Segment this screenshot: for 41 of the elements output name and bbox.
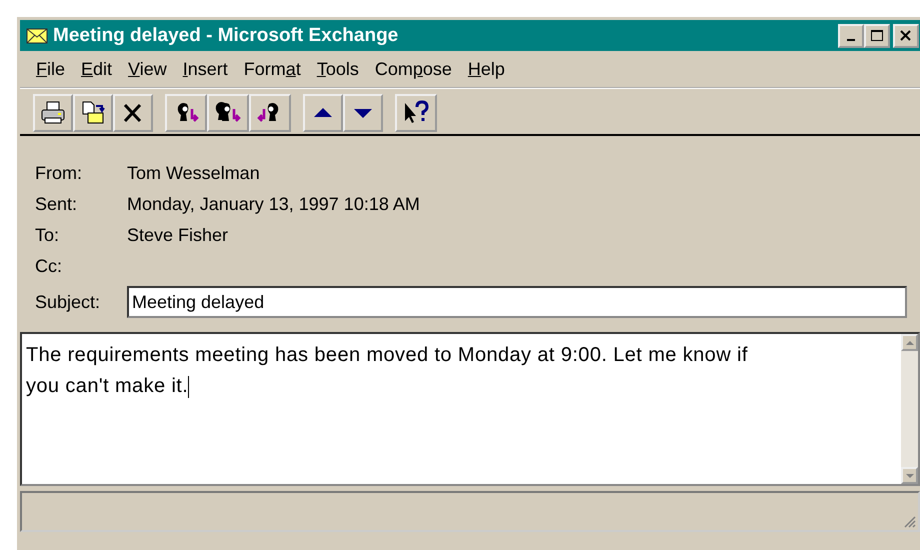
close-button[interactable]: [893, 24, 919, 48]
message-text: The requirements meeting has been moved to Monday at 9:00. Let me know if you can't make it.: [26, 344, 748, 397]
maximize-icon: [870, 28, 884, 42]
window-title: Meeting delayed - Microsoft Exchange: [53, 24, 400, 46]
help-button[interactable]: [395, 94, 437, 132]
menu-item[interactable]: Help: [462, 58, 513, 80]
scroll-up-icon: [904, 340, 914, 346]
menu-item[interactable]: Edit: [75, 58, 120, 80]
next-button[interactable]: [343, 94, 383, 132]
envelope-icon: [26, 28, 48, 44]
menu-item[interactable]: Insert: [176, 58, 236, 80]
print-button[interactable]: [33, 94, 73, 132]
field-value: Steve Fisher: [127, 225, 228, 246]
scroll-down-icon: [904, 472, 914, 478]
move-button[interactable]: [73, 94, 113, 132]
close-icon: [899, 28, 913, 42]
scrollbar[interactable]: [901, 334, 918, 484]
menu-item[interactable]: Format: [238, 58, 309, 80]
field-label: Subject:: [35, 292, 102, 312]
reply-all-button[interactable]: [207, 94, 249, 132]
menu-item[interactable]: Tools: [310, 58, 367, 80]
forward-button[interactable]: [249, 94, 291, 132]
field-label: Cc:: [35, 256, 63, 277]
previous-button[interactable]: [303, 94, 343, 132]
delete-button[interactable]: [113, 94, 153, 132]
printer-icon: [39, 100, 67, 126]
menu-item[interactable]: File: [30, 58, 74, 80]
message-body[interactable]: The requirements meeting has been moved to Monday at 9:00. Let me know if you can't make it.: [20, 332, 920, 486]
minimize-icon: [847, 39, 855, 41]
field-value: Monday, January 13, 1997 10:18 AM: [127, 194, 420, 215]
field-value: Tom Wesselman: [127, 163, 260, 184]
field-label: From:: [35, 163, 83, 184]
field-label: To:: [35, 225, 60, 246]
resize-grip-icon: [902, 514, 916, 528]
menu-item[interactable]: View: [122, 58, 175, 80]
reply-button[interactable]: [165, 94, 207, 132]
maximize-button[interactable]: [864, 24, 890, 48]
menu-item[interactable]: Compose: [368, 58, 460, 80]
field-label: Sent:: [35, 194, 78, 215]
subject-field[interactable]: Meeting delayed: [127, 286, 907, 318]
minimize-button[interactable]: [838, 24, 864, 48]
